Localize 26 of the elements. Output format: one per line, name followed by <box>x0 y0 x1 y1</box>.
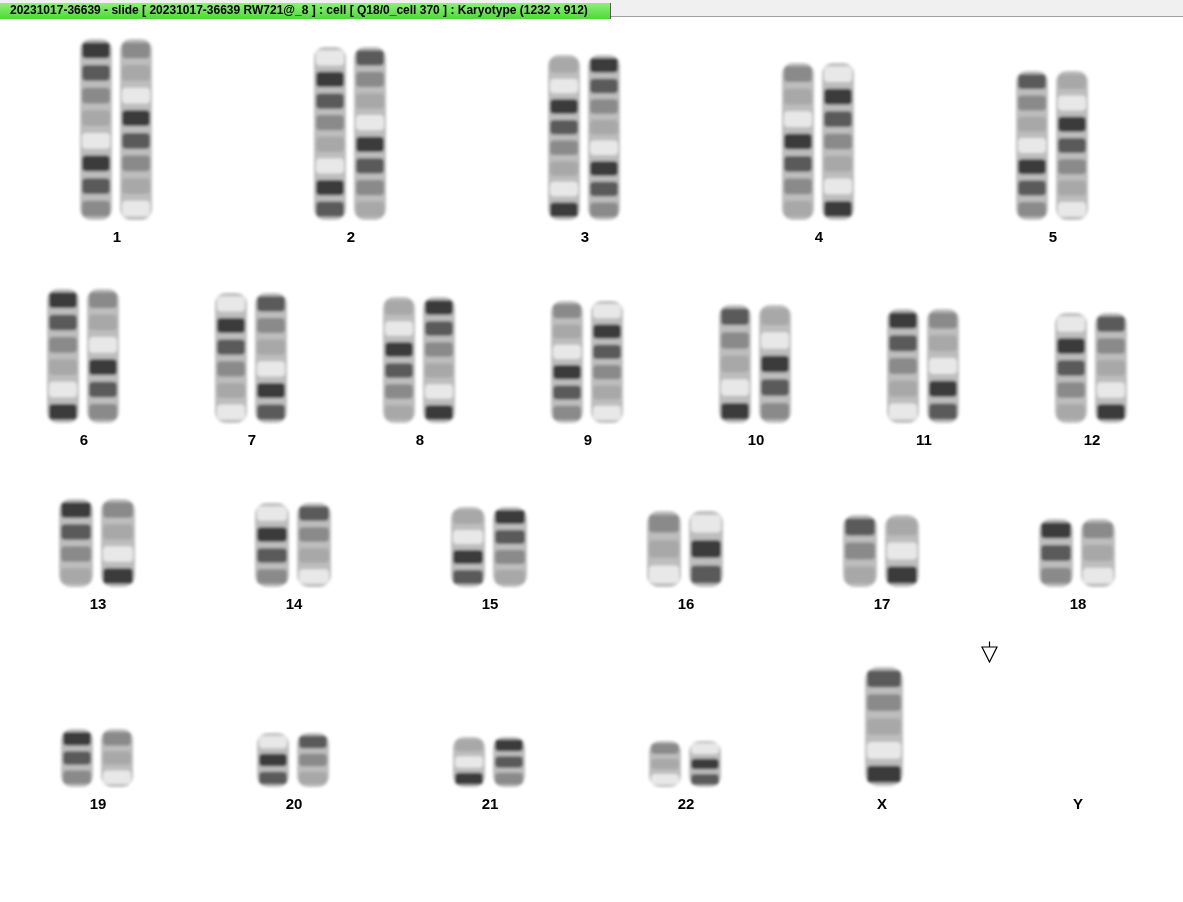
chromosome-number-label: 18 <box>1069 595 1087 613</box>
chromosome-number-label: 14 <box>285 595 303 613</box>
chromosome-number-label: 12 <box>1083 431 1101 449</box>
chromosome-number-label: 19 <box>89 795 107 813</box>
chromosome-number-label: Y <box>1073 795 1083 813</box>
chromosome-number-label: 9 <box>583 431 593 449</box>
chromosome-number-label: 1 <box>112 228 122 246</box>
chromosome-number-label: 17 <box>873 595 891 613</box>
chromosome-number-label: 8 <box>415 431 425 449</box>
chromosome-number-label: 7 <box>247 431 257 449</box>
chromosome-number-label: 5 <box>1048 228 1058 246</box>
chromosome-number-label: 11 <box>916 431 932 449</box>
chromosome-number-label: 6 <box>79 431 89 449</box>
chromosome-number-label: 10 <box>747 431 765 449</box>
chromosome-number-label: 16 <box>677 595 695 613</box>
chromosome-number-label: 21 <box>481 795 499 813</box>
chromosome-number-label: 22 <box>677 795 695 813</box>
chromosome-number-label: 2 <box>346 228 356 246</box>
chromosome-number-label: 20 <box>285 795 303 813</box>
cursor-icon <box>981 641 998 663</box>
chromosome-number-label: 15 <box>481 595 499 613</box>
window-title: 20231017-36639 - slide [ 20231017-36639 RW721@_8 ] : cell [ Q18/0_cell 370 ] : Karyotype (1232 x 912) <box>0 3 611 19</box>
chromosome-number-label: 4 <box>814 228 824 246</box>
chromosome-number-label: 3 <box>580 228 590 246</box>
chromosome-number-label: 13 <box>89 595 107 613</box>
chromosome-number-label: X <box>877 795 887 813</box>
